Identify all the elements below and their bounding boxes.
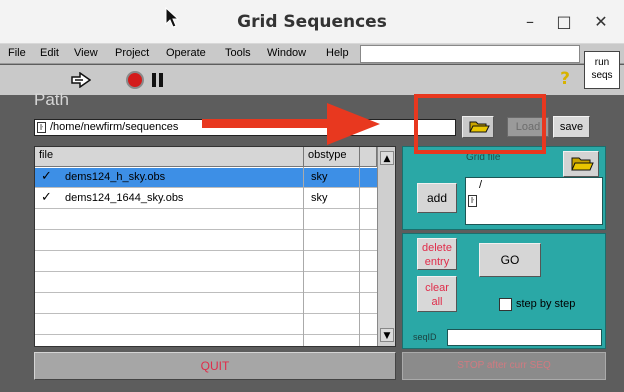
table-row-empty[interactable]: [35, 315, 377, 335]
column-divider: [359, 167, 360, 346]
mouse-cursor-icon: [165, 7, 180, 28]
clear-all-line1: clear: [425, 282, 449, 294]
table-row-empty[interactable]: [35, 273, 377, 293]
table-row-empty[interactable]: [35, 231, 377, 251]
table-row[interactable]: ✓ dems124_h_sky.obs sky: [35, 168, 377, 188]
row-obstype: sky: [311, 171, 328, 183]
path-value: /home/newfirm/sequences: [50, 121, 179, 133]
sequence-file-table[interactable]: file obstype ✓ dems124_h_sky.obs sky ✓ d…: [34, 146, 396, 347]
row-check-mark[interactable]: ✓: [41, 169, 53, 184]
menu-tools[interactable]: Tools: [225, 47, 251, 59]
go-button[interactable]: GO: [479, 243, 541, 277]
table-row[interactable]: ✓ dems124_1644_sky.obs sky: [35, 189, 377, 209]
folder-open-icon: [571, 157, 594, 171]
seqid-label: seqID: [413, 332, 437, 342]
sequence-control-panel: delete entry clear all GO step by step s…: [402, 233, 606, 349]
table-row-empty[interactable]: [35, 294, 377, 314]
delete-entry-line1: delete: [422, 242, 452, 254]
row-file-name: dems124_1644_sky.obs: [65, 192, 184, 204]
add-button[interactable]: add: [417, 183, 457, 213]
grid-file-input[interactable]: / ŀ: [465, 177, 603, 225]
row-check-mark[interactable]: ✓: [41, 190, 53, 205]
stop-after-current-seq-button[interactable]: STOP after curr SEQ: [402, 352, 606, 380]
menu-input-field[interactable]: [360, 45, 580, 63]
step-by-step-checkbox[interactable]: [499, 298, 512, 311]
column-header-obstype[interactable]: obstype: [304, 147, 360, 167]
clear-all-button[interactable]: clear all: [417, 276, 457, 312]
row-obstype: sky: [311, 192, 328, 204]
grid-file-value: /: [479, 179, 483, 191]
table-row-empty[interactable]: [35, 252, 377, 272]
annotation-highlight-box: [414, 94, 546, 154]
browse-grid-button[interactable]: [563, 151, 599, 177]
menu-window[interactable]: Window: [267, 47, 306, 59]
column-header-file[interactable]: file: [35, 147, 304, 167]
grid-file-panel: Grid file add / ŀ: [402, 146, 606, 230]
window-titlebar: Grid Sequences – □ ✕: [0, 0, 624, 44]
run-seqs-line2: seqs: [591, 70, 613, 81]
toolbar: ?: [0, 65, 624, 95]
help-icon[interactable]: ?: [558, 69, 572, 89]
delete-entry-button[interactable]: delete entry: [417, 238, 457, 270]
menu-bar: File Edit View Project Operate Tools Win…: [0, 44, 624, 64]
delete-entry-line2: entry: [424, 256, 450, 268]
pause-icon[interactable]: [152, 73, 164, 87]
scroll-down-icon[interactable]: ▼: [380, 328, 394, 342]
step-by-step-label: step by step: [516, 298, 576, 310]
clear-all-line2: all: [431, 296, 443, 308]
stop-icon[interactable]: [126, 71, 144, 89]
table-row-empty[interactable]: [35, 210, 377, 230]
row-file-name: dems124_h_sky.obs: [65, 171, 166, 183]
path-type-icon[interactable]: ŀ: [37, 122, 46, 133]
column-header-blank: [360, 147, 377, 167]
annotation-arrow-icon: [202, 103, 380, 145]
menu-project[interactable]: Project: [115, 47, 149, 59]
quit-button[interactable]: QUIT: [34, 352, 396, 380]
run-arrow-icon[interactable]: [71, 72, 91, 88]
close-button[interactable]: ✕: [589, 10, 613, 34]
menu-edit[interactable]: Edit: [40, 47, 59, 59]
scroll-up-icon[interactable]: ▲: [380, 151, 394, 165]
save-button[interactable]: save: [553, 116, 590, 138]
column-divider: [303, 167, 304, 346]
table-scrollbar[interactable]: ▲ ▼: [377, 147, 395, 346]
menu-view[interactable]: View: [74, 47, 98, 59]
minimize-button[interactable]: –: [518, 10, 542, 34]
seqid-input[interactable]: [447, 329, 602, 346]
run-seqs-button[interactable]: run seqs: [584, 51, 620, 89]
run-seqs-line1: run: [594, 57, 610, 68]
menu-operate[interactable]: Operate: [166, 47, 206, 59]
maximize-button[interactable]: □: [552, 10, 576, 34]
path-type-icon[interactable]: ŀ: [468, 195, 477, 207]
menu-help[interactable]: Help: [326, 47, 349, 59]
path-label: Path: [34, 90, 69, 109]
menu-file[interactable]: File: [8, 47, 26, 59]
